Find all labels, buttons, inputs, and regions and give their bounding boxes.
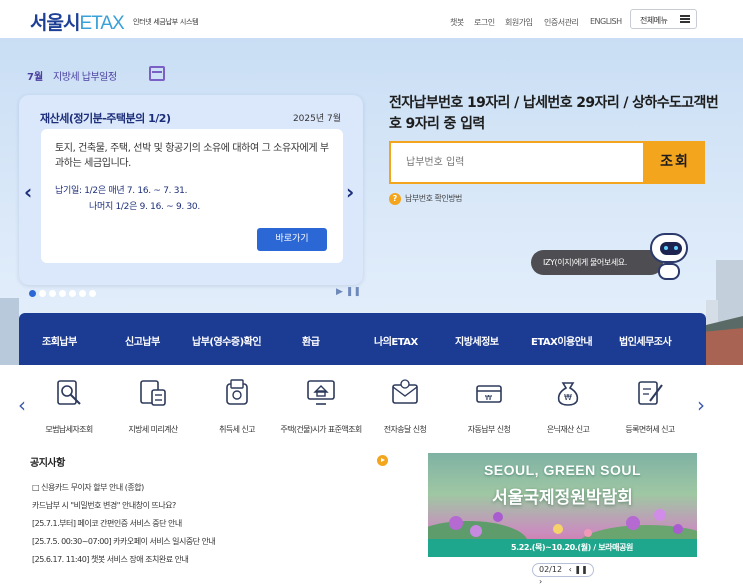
service-label: 자동납부 신청 [467, 425, 511, 434]
nav-corporate-audit[interactable]: 법인세무조사 [619, 333, 672, 348]
all-menu-label: 전체메뉴 [640, 16, 668, 25]
service-label: 모범납세자조회 [45, 425, 93, 434]
site-header: 서울시ETAX 인터넷 세금납부 시스템 챗봇 로그인 회원가입 인증서관리 E… [0, 0, 743, 38]
card-year: 2025년 7월 [292, 114, 341, 124]
service-label: 주택(건물)시가 표준액조회 [280, 425, 362, 434]
money-bag-icon: ₩ [557, 382, 579, 406]
all-menu-button[interactable]: 전체메뉴 [630, 9, 697, 29]
search-instruction: 전자납부번호 19자리 / 납세번호 29자리 / 상하수도고객번호 9자리 중… [389, 95, 719, 132]
service-model-taxpayer[interactable]: 모범납세자조회 [27, 379, 111, 439]
chatbot-bubble[interactable]: IZY(이지)에게 물어보세요. [531, 250, 663, 275]
nav-refund[interactable]: 환급 [302, 333, 320, 348]
payment-number-input[interactable] [389, 141, 645, 184]
service-hidden-assets[interactable]: ₩ 은닉재산 신고 [526, 379, 610, 439]
notice-item[interactable]: 카드납부 시 "비밀번호 변경" 안내창이 뜨나요? [32, 500, 372, 518]
nav-etax-guide[interactable]: ETAX이용안내 [531, 333, 593, 348]
nav-receipt-check[interactable]: 납부(영수증)확인 [192, 333, 262, 348]
chevron-left-icon[interactable]: ‹ [24, 180, 32, 204]
main-nav: 조회납부 신고납부 납부(영수증)확인 환급 나의ETAX 지방세정보 ETAX… [19, 313, 706, 365]
logo-text: 서울시 [30, 12, 80, 34]
calculator-icon [140, 380, 166, 406]
schedule-month: 7월 [27, 72, 44, 83]
notice-item[interactable]: [25.6.17. 11:40] 챗봇 서비스 장애 조치완료 안내 [32, 554, 372, 572]
service-housing-price[interactable]: 주택(건물)시가 표준액조회 [279, 379, 363, 439]
banner-page-count: 02/12 [539, 565, 563, 574]
wallet-icon [226, 379, 248, 405]
notice-item[interactable]: [25.7.1.부터] 페이코 간편인증 서비스 중단 안내 [32, 518, 372, 536]
chatbot-robot-icon[interactable] [648, 233, 690, 283]
notice-item[interactable]: [25.7.5. 00:30~07:00] 카카오페이 서비스 일시중단 안내 [32, 536, 372, 554]
service-label: 등록면허세 신고 [625, 425, 675, 434]
util-link-chatbot[interactable]: 챗봇 [450, 17, 464, 28]
slide-dot[interactable] [89, 290, 96, 297]
pager-pause-icon[interactable]: ❚❚ [574, 565, 587, 574]
nav-inquiry-payment[interactable]: 조회납부 [42, 333, 77, 348]
card-title: 재산세(정기분-주택분의 1/2) [40, 112, 171, 125]
search-button[interactable]: 조회 [645, 141, 705, 184]
service-auto-payment[interactable]: ₩ 자동납부 신청 [447, 379, 531, 439]
hamburger-icon [680, 15, 690, 23]
schedule-label[interactable]: 지방세 납부일정 [53, 68, 117, 83]
util-link-signup[interactable]: 회원가입 [505, 17, 533, 28]
site-logo[interactable]: 서울시ETAX [30, 8, 125, 35]
service-tax-calculator[interactable]: 지방세 미리계산 [111, 379, 195, 439]
util-link-certificate[interactable]: 인증서관리 [544, 17, 579, 28]
service-label: 지방세 미리계산 [128, 425, 178, 434]
service-label: 취득세 신고 [219, 425, 255, 434]
svg-text:₩: ₩ [485, 394, 492, 402]
slide-dot[interactable] [69, 290, 76, 297]
help-icon[interactable]: ? [389, 193, 401, 205]
banner-pager[interactable]: 02/12 ‹ ❚❚ › [532, 563, 594, 586]
slide-dot[interactable] [29, 290, 36, 297]
chevron-left-icon[interactable]: ‹ [18, 393, 26, 417]
card-icon: ₩ [476, 385, 502, 403]
logo-etax: ETAX [79, 13, 124, 34]
search-doc-icon [57, 380, 81, 405]
chevron-right-icon[interactable]: › [697, 393, 705, 417]
go-button[interactable]: 바로가기 [257, 228, 327, 251]
calendar-icon[interactable] [149, 66, 165, 81]
monitor-house-icon [307, 380, 335, 405]
service-label: 은닉재산 신고 [546, 425, 590, 434]
notice-more-icon[interactable] [377, 455, 388, 466]
nav-my-etax[interactable]: 나의ETAX [374, 333, 418, 348]
util-link-english[interactable]: ENGLISH [590, 17, 622, 26]
slide-play-pause-icon[interactable]: ▶ ❚❚ [336, 287, 361, 297]
slide-dot[interactable] [79, 290, 86, 297]
notice-list: □ 신용카드 무이자 할부 안내 (종합) 카드납부 시 "비밀번호 변경" 안… [32, 482, 372, 572]
logo-subtitle: 인터넷 세금납부 시스템 [133, 18, 199, 26]
service-acquisition-tax[interactable]: 취득세 신고 [195, 379, 279, 439]
pager-prev-icon[interactable]: ‹ [569, 565, 572, 574]
slide-dot[interactable] [59, 290, 66, 297]
notice-title: 공지사항 [30, 458, 65, 469]
slide-dot[interactable] [39, 290, 46, 297]
service-registration-tax[interactable]: 등록면허세 신고 [608, 379, 692, 439]
pen-doc-icon [638, 381, 663, 405]
nav-local-tax-info[interactable]: 지방세정보 [455, 333, 499, 348]
svg-text:₩: ₩ [564, 393, 572, 402]
util-link-login[interactable]: 로그인 [474, 17, 495, 28]
card-body: 토지, 건축물, 주택, 선박 및 항공기의 소유에 대하여 그 소유자에게 부… [41, 129, 343, 263]
service-e-delivery[interactable]: 전자송달 신청 [363, 379, 447, 439]
banner-title-ko: 서울국제정원박람회 [492, 488, 633, 508]
payment-number-help-link[interactable]: 납부번호 확인방법 [405, 193, 462, 204]
email-icon [392, 379, 418, 404]
banner-dates: 5.22.(목)~10.20.(월) / 보라매공원 [428, 539, 697, 557]
notice-item[interactable]: □ 신용카드 무이자 할부 안내 (종합) [32, 482, 372, 500]
banner-title-en: SEOUL, GREEN SOUL [483, 462, 642, 478]
tax-schedule-card: 재산세(정기분-주택분의 1/2) 2025년 7월 토지, 건축물, 주택, … [19, 95, 363, 285]
card-due-date-2: 나머지 1/2은 9. 16. ~ 9. 30. [89, 202, 200, 212]
slide-dot[interactable] [49, 290, 56, 297]
chevron-right-icon[interactable]: › [346, 180, 354, 204]
event-banner[interactable]: SEOUL, GREEN SOUL 서울국제정원박람회 5.22.(목)~10.… [428, 453, 697, 557]
quick-services: ‹ › 모범납세자조회 지방세 미리계산 취득세 신고 주택(건물)시가 표준액… [0, 365, 743, 447]
nav-report-payment[interactable]: 신고납부 [125, 333, 160, 348]
service-label: 전자송달 신청 [383, 425, 427, 434]
pager-next-icon[interactable]: › [539, 577, 542, 586]
card-due-date-1: 납기일: 1/2은 매년 7. 16. ~ 7. 31. [55, 186, 188, 196]
card-description: 토지, 건축물, 주택, 선박 및 항공기의 소유에 대하여 그 소유자에게 부… [55, 143, 329, 169]
